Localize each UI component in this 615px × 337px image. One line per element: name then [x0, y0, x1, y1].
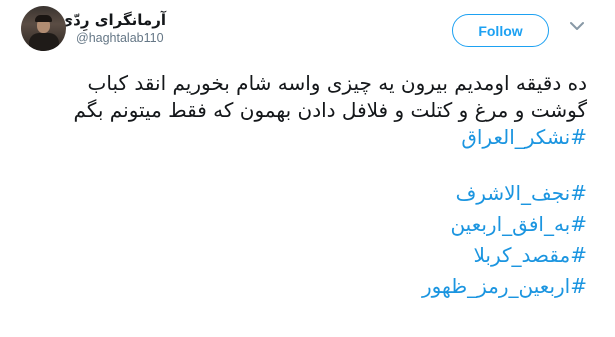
- tweet-line: گوشت و مرغ و کتلت و فلافل دادن بهمون که …: [73, 98, 587, 122]
- tweet-text: ده دقیقه اومدیم بیرون یه چیزی واسه شام ب…: [27, 70, 587, 302]
- hashtag-link[interactable]: #نشکر_العراق: [27, 124, 587, 151]
- follow-button[interactable]: Follow: [452, 14, 549, 47]
- hashtag-link[interactable]: #به_افق_اربعین: [27, 209, 587, 240]
- chevron-down-icon-svg: [570, 22, 584, 30]
- hashtag-link[interactable]: #نجف_الاشرف: [27, 178, 587, 209]
- user-avatar[interactable]: [21, 5, 66, 51]
- hashtag-link[interactable]: #اربعین_رمز_ظهور: [27, 271, 587, 302]
- author-handle[interactable]: @haghtalab110: [76, 30, 164, 46]
- avatar-figure-hair: [35, 14, 52, 22]
- tweet-header: آرمانگرای رِدّی @haghtalab110 Follow: [0, 0, 615, 60]
- author-block[interactable]: آرمانگرای رِدّی @haghtalab110: [21, 5, 221, 51]
- author-display-name[interactable]: آرمانگرای رِدّی: [59, 10, 166, 30]
- tweet-line: ده دقیقه اومدیم بیرون یه چیزی واسه شام ب…: [87, 71, 587, 95]
- author-names: آرمانگرای رِدّی @haghtalab110: [59, 10, 166, 46]
- chevron-down-icon[interactable]: [569, 21, 585, 33]
- avatar-figure-body: [29, 32, 59, 51]
- hashtag-link[interactable]: #مقصد_کربلا: [27, 240, 588, 271]
